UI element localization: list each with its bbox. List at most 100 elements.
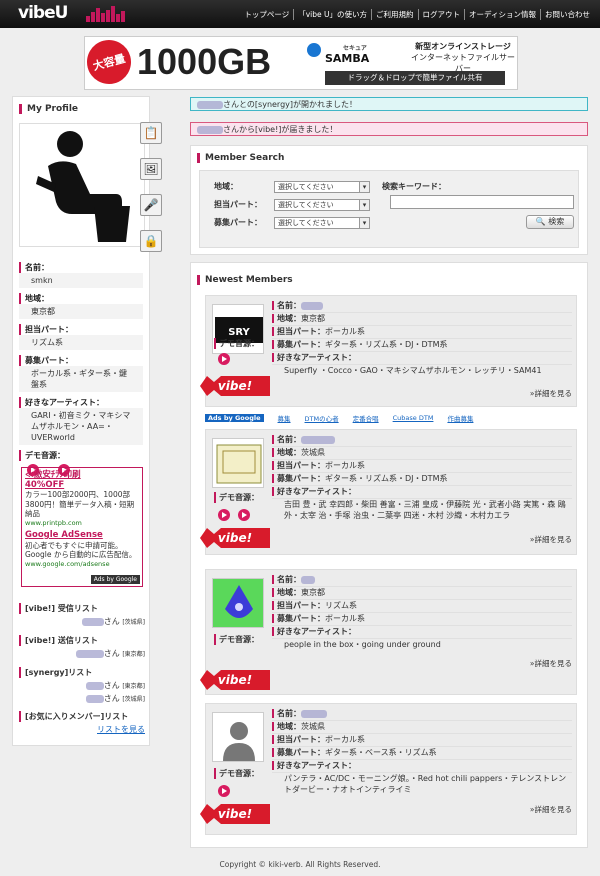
ad2-url[interactable]: www.google.com/adsense bbox=[25, 560, 139, 570]
member-detail-link[interactable]: »詳細を見る bbox=[530, 804, 572, 815]
list-item[interactable]: さん [茨城県] bbox=[19, 616, 145, 627]
ad1-title[interactable]: ≪激安ﾁﾗｼ印刷 40%OFF bbox=[25, 470, 139, 490]
member-artists: 吉田 豊・武 幸四郎・柴田 善富・三浦 皇成・伊藤院 光・武者小路 実篤・森 鴎… bbox=[284, 500, 566, 520]
svg-text:SRY: SRY bbox=[228, 327, 250, 338]
member-card: 名前： 地域：茨城県 担当パート：ボーカル系 募集パート：ギター系・ベース系・リ… bbox=[200, 703, 577, 835]
banner-copy: 新型オンラインストレージ インターネットファイルサーバー bbox=[411, 41, 515, 74]
profile-artists-label: 好きなアーティスト： bbox=[19, 397, 143, 408]
banner-brand-name: SAMBA bbox=[325, 52, 370, 65]
ad-banner[interactable]: 大容量 1000GB セキュア SAMBA 新型オンラインストレージ インターネ… bbox=[82, 35, 518, 90]
member-demo-play-button[interactable] bbox=[218, 353, 230, 365]
members-title: Newest Members bbox=[197, 275, 581, 285]
ad-link-4[interactable]: Cubase DTM bbox=[393, 414, 434, 422]
banner-line1: 新型オンラインストレージ bbox=[415, 42, 511, 51]
banner-strip: ドラッグ＆ドロップで簡単ファイル共有 bbox=[325, 71, 505, 85]
member-artists: パンテラ・AC/DC・モーニング娘。・Red hot chili pappers… bbox=[284, 774, 567, 794]
vibe-received-list: [vibe!] 受信リスト さん [茨城県] bbox=[19, 603, 145, 627]
profile-part-label: 担当パート： bbox=[19, 324, 143, 335]
favorite-title[interactable]: [お気に入りメンバー]リスト bbox=[19, 711, 145, 722]
search-area-select[interactable]: 選択してください bbox=[274, 181, 370, 193]
microphone-icon[interactable]: 🎤 bbox=[140, 194, 162, 216]
clipboard-icon[interactable]: 📋 bbox=[140, 122, 162, 144]
ads-by-google-badge[interactable]: Ads by Google bbox=[205, 414, 264, 422]
search-part-select[interactable]: 選択してください bbox=[274, 199, 370, 211]
profile-wanted-label: 募集パート： bbox=[19, 355, 143, 366]
member-card: 名前： 地域：茨城県 担当パート：ボーカル系 募集パート：ギター系・リズム系・D… bbox=[200, 429, 577, 555]
member-artists: people in the box・going under ground bbox=[284, 640, 441, 649]
vibe-sent-list: [vibe!] 送信リスト さん [東京都] bbox=[19, 635, 145, 659]
ad-link-3[interactable]: 定番合唱 bbox=[353, 413, 379, 423]
vibe-button[interactable]: vibe! bbox=[200, 376, 270, 396]
member-thumbnail[interactable] bbox=[212, 438, 264, 488]
ad1-url[interactable]: www.printpb.com bbox=[25, 519, 139, 529]
ad-link-2[interactable]: DTMの心者 bbox=[305, 413, 339, 423]
member-thumbnail[interactable] bbox=[212, 712, 264, 762]
vibe-button[interactable]: vibe! bbox=[200, 670, 270, 690]
ads-by-google[interactable]: Ads by Google bbox=[90, 574, 140, 584]
person-avatar-icon bbox=[36, 131, 130, 242]
list-item[interactable]: さん [茨城県] bbox=[19, 693, 145, 704]
search-keyword-input[interactable] bbox=[390, 195, 574, 209]
profile-sidebar: My Profile 名前： smkn 地域： 東京都 担当パート： リズム系 … bbox=[12, 96, 150, 746]
profile-part: リズム系 bbox=[19, 335, 143, 350]
lock-icon[interactable]: 🔒 bbox=[140, 230, 162, 252]
search-wanted-label: 募集パート： bbox=[214, 218, 262, 227]
member-demo-play-button[interactable] bbox=[218, 509, 230, 521]
search-wanted-select[interactable]: 選択してください bbox=[274, 217, 370, 229]
profile-action-icons: 📋 🖼 🎤 🔒 bbox=[140, 122, 166, 252]
search-keyword-label: 検索キーワード： bbox=[382, 182, 446, 191]
member-detail-link[interactable]: »詳細を見る bbox=[530, 658, 572, 669]
banner-brand-sub: セキュア bbox=[343, 45, 367, 52]
member-search-panel: Member Search 地域： 選択してください 担当パート： 選択してくだ… bbox=[190, 145, 588, 255]
member-card: 名前： 地域：東京都 担当パート：リズム系 募集パート：ボーカル系 好きなアーテ… bbox=[200, 569, 577, 695]
main-nav: トップページ 「vibe U」の使い方 ご利用規約 ログアウト オーディション情… bbox=[240, 9, 594, 20]
member-thumbnail[interactable] bbox=[212, 578, 264, 628]
nav-audition[interactable]: オーディション情報 bbox=[464, 9, 540, 20]
synergy-notice[interactable]: さんとの[synergy]が開かれました！ bbox=[190, 97, 588, 111]
ad-link-1[interactable]: 募集 bbox=[278, 413, 291, 423]
member-demo-play-button[interactable] bbox=[218, 785, 230, 797]
vibe-received-title[interactable]: [vibe!] 受信リスト bbox=[19, 603, 145, 614]
search-button[interactable]: 🔍 検索 bbox=[526, 215, 574, 229]
nav-howto[interactable]: 「vibe U」の使い方 bbox=[293, 9, 371, 20]
ad1-body: カラー100部2000円、1000部3800円！簡単データ入稿・短期納品 bbox=[25, 490, 135, 518]
vibe-button[interactable]: vibe! bbox=[200, 804, 270, 824]
footer-copyright: Copyright © kiki-verb. All Rights Reserv… bbox=[219, 860, 381, 869]
member-demo-label: デモ音源： bbox=[214, 634, 259, 645]
equalizer-icon bbox=[86, 6, 125, 22]
member-demo-play-button[interactable] bbox=[238, 509, 250, 521]
newest-members-panel: Newest Members SRY 名前： 地域：東京都 担当パート：ボーカル… bbox=[190, 262, 588, 848]
profile-demo-label: デモ音源： bbox=[19, 450, 143, 461]
adsense-box[interactable]: ≪激安ﾁﾗｼ印刷 40%OFF カラー100部2000円、1000部3800円！… bbox=[21, 467, 143, 587]
profile-avatar[interactable] bbox=[19, 123, 145, 247]
vibe-notice[interactable]: さんから[vibe!]が届きました！ bbox=[190, 122, 588, 136]
member-artists: Superfly ・Cocco・GAO・マキシマムザホルモン・レッチリ・SAM4… bbox=[284, 366, 542, 375]
search-part-label: 担当パート： bbox=[214, 200, 262, 209]
list-item[interactable]: さん [東京都] bbox=[19, 680, 145, 691]
favorite-list-link[interactable]: リストを見る bbox=[19, 724, 145, 735]
list-item[interactable]: さん [東京都] bbox=[19, 648, 145, 659]
default-user-icon bbox=[223, 722, 255, 761]
photo-icon[interactable]: 🖼 bbox=[140, 158, 162, 180]
nav-logout[interactable]: ログアウト bbox=[417, 9, 465, 20]
certificate-icon bbox=[216, 444, 262, 484]
character-icon bbox=[213, 579, 263, 627]
ad2-title[interactable]: Google AdSense bbox=[25, 530, 139, 541]
synergy-list: [synergy]リスト さん [東京都] さん [茨城県] bbox=[19, 667, 145, 704]
nav-terms[interactable]: ご利用規約 bbox=[371, 9, 418, 20]
profile-wanted: ボーカル系・ギター系・鍵盤系 bbox=[19, 366, 143, 392]
profile-title: My Profile bbox=[19, 104, 143, 114]
profile-name-label: 名前： bbox=[19, 262, 143, 273]
vibe-sent-title[interactable]: [vibe!] 送信リスト bbox=[19, 635, 145, 646]
ad-link-5[interactable]: 作曲募集 bbox=[447, 413, 473, 423]
nav-top[interactable]: トップページ bbox=[240, 9, 293, 20]
member-detail-link[interactable]: »詳細を見る bbox=[530, 388, 572, 399]
favorite-list: [お気に入りメンバー]リスト リストを見る bbox=[19, 711, 145, 735]
member-detail-link[interactable]: »詳細を見る bbox=[530, 534, 572, 545]
nav-contact[interactable]: お問い合わせ bbox=[540, 9, 594, 20]
site-logo[interactable]: vibeU bbox=[18, 3, 68, 23]
site-header: vibeU トップページ 「vibe U」の使い方 ご利用規約 ログアウト オー… bbox=[0, 0, 600, 28]
banner-badge: 大容量 bbox=[82, 35, 136, 89]
synergy-title[interactable]: [synergy]リスト bbox=[19, 667, 145, 678]
vibe-button[interactable]: vibe! bbox=[200, 528, 270, 548]
